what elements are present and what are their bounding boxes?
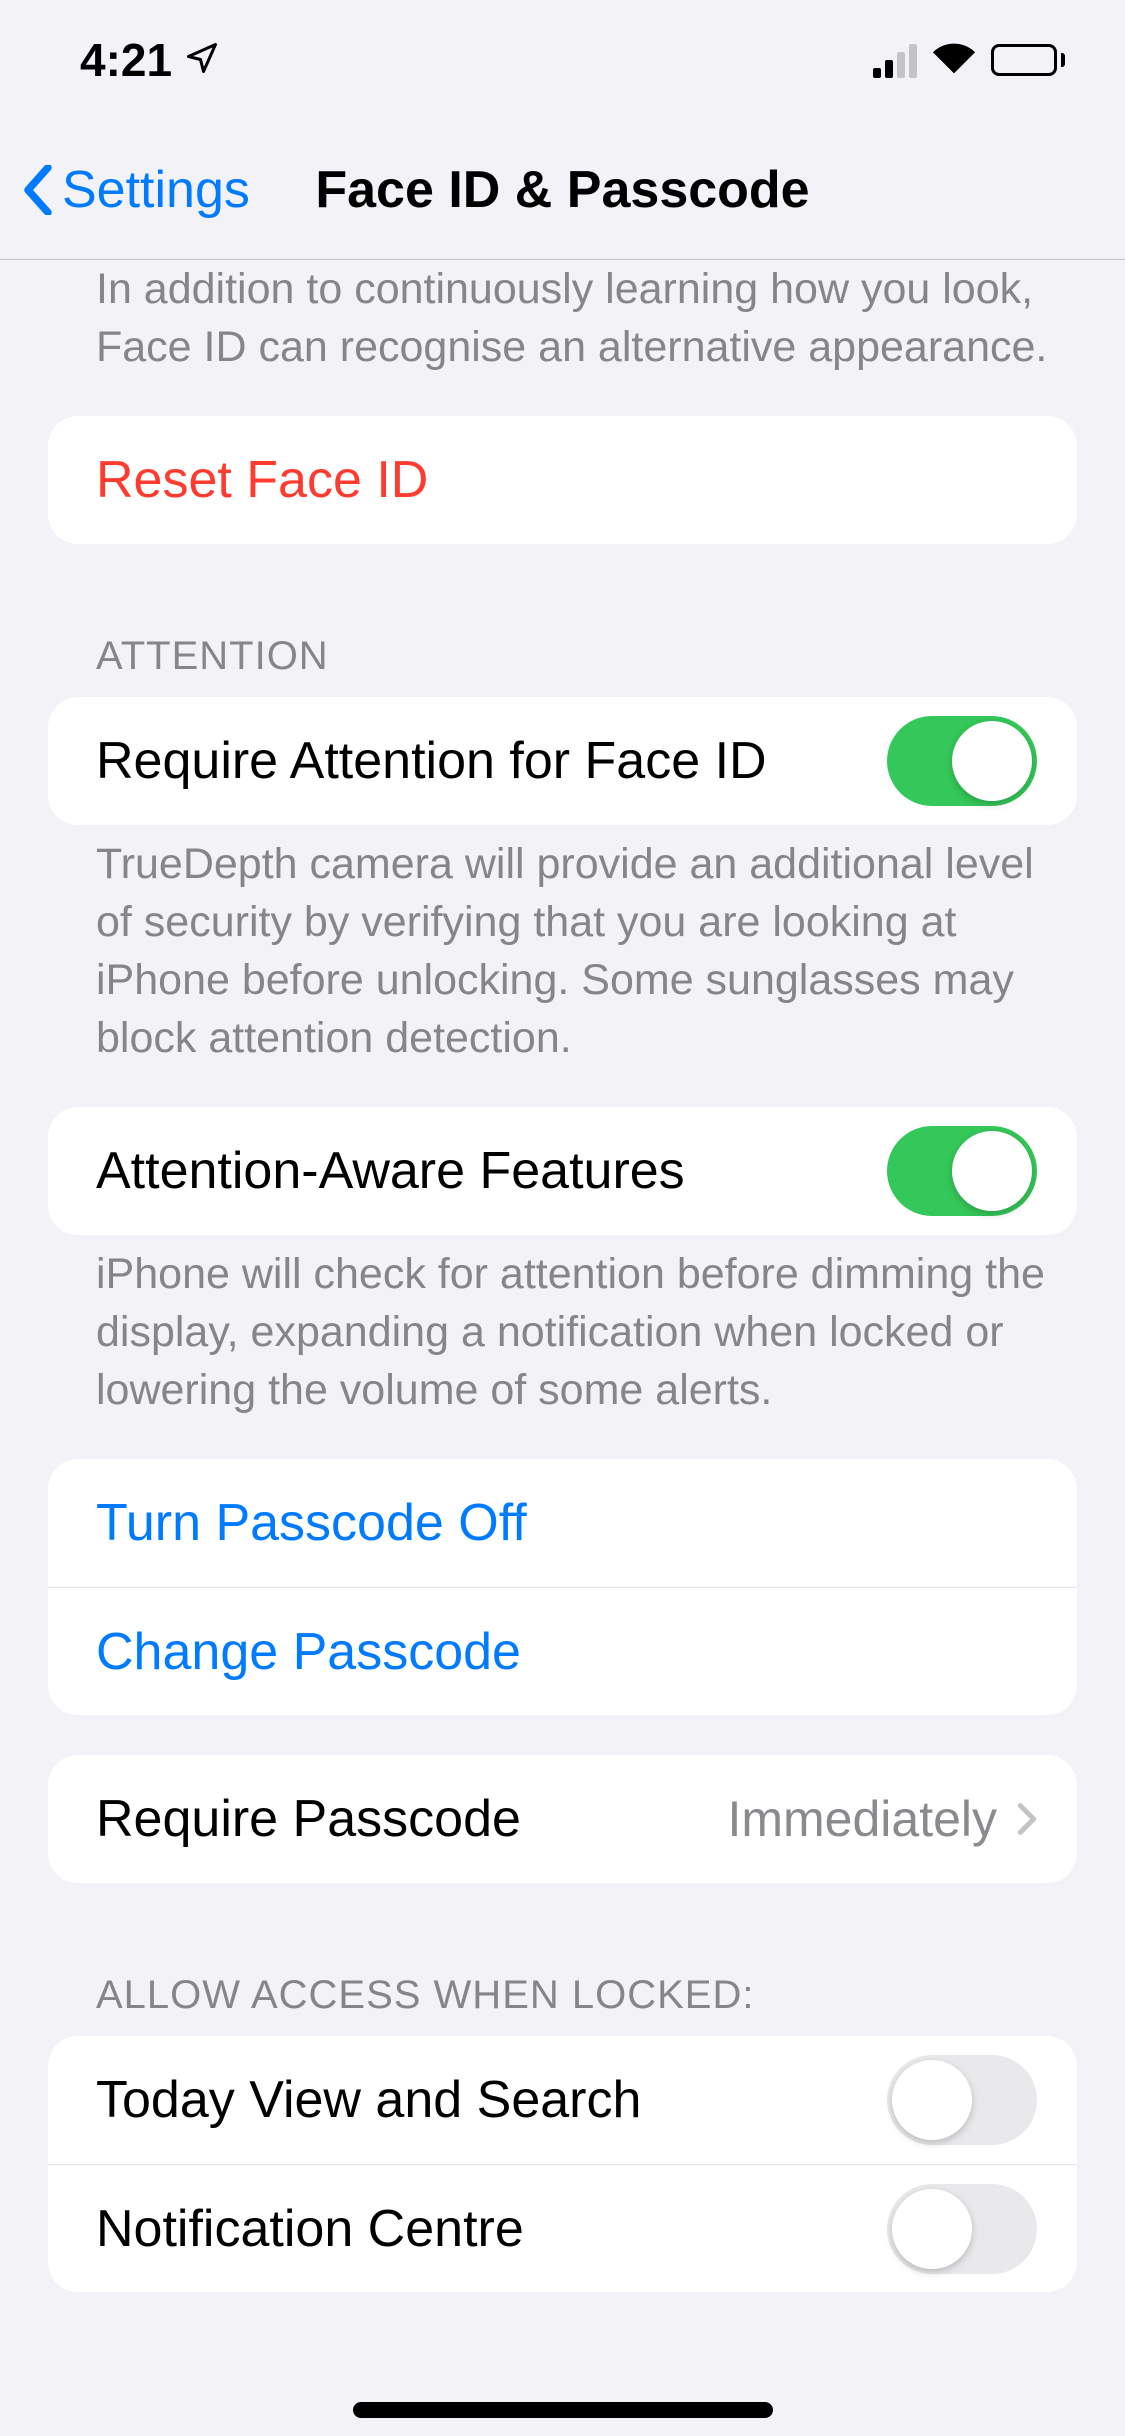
reset-group: Reset Face ID — [48, 416, 1077, 544]
require-attention-label: Require Attention for Face ID — [96, 731, 887, 791]
attention-header: ATTENTION — [0, 544, 1125, 697]
require-attention-footer: TrueDepth camera will provide an additio… — [0, 825, 1125, 1067]
change-passcode-label: Change Passcode — [96, 1622, 1037, 1682]
today-view-toggle[interactable] — [887, 2055, 1037, 2145]
status-right — [873, 33, 1075, 87]
require-passcode-row[interactable]: Require Passcode Immediately — [48, 1755, 1077, 1883]
attention-aware-label: Attention-Aware Features — [96, 1141, 887, 1201]
attention-aware-group: Attention-Aware Features — [48, 1107, 1077, 1235]
passcode-actions-group: Turn Passcode Off Change Passcode — [48, 1459, 1077, 1715]
today-view-label: Today View and Search — [96, 2070, 887, 2130]
reset-face-id-label: Reset Face ID — [96, 450, 1037, 510]
page-title: Face ID & Passcode — [315, 160, 809, 220]
content-scroll[interactable]: In addition to continuously learning how… — [0, 260, 1125, 2436]
allow-access-group: Today View and Search Notification Centr… — [48, 2036, 1077, 2292]
notification-centre-row: Notification Centre — [48, 2164, 1077, 2292]
change-passcode-button[interactable]: Change Passcode — [48, 1587, 1077, 1715]
require-passcode-label: Require Passcode — [96, 1789, 727, 1849]
wifi-icon — [931, 33, 977, 87]
attention-aware-row: Attention-Aware Features — [48, 1107, 1077, 1235]
turn-passcode-off-button[interactable]: Turn Passcode Off — [48, 1459, 1077, 1587]
location-arrow-icon — [184, 33, 220, 87]
require-passcode-group: Require Passcode Immediately — [48, 1755, 1077, 1883]
back-button[interactable]: Settings — [0, 160, 250, 220]
today-view-row: Today View and Search — [48, 2036, 1077, 2164]
battery-icon — [991, 44, 1065, 76]
nav-header: Settings Face ID & Passcode — [0, 120, 1125, 260]
status-bar: 4:21 — [0, 0, 1125, 120]
require-passcode-value: Immediately — [727, 1790, 997, 1848]
status-time: 4:21 — [80, 33, 172, 87]
cellular-signal-icon — [873, 42, 917, 78]
require-attention-row: Require Attention for Face ID — [48, 697, 1077, 825]
attention-aware-footer: iPhone will check for attention before d… — [0, 1235, 1125, 1419]
turn-passcode-off-label: Turn Passcode Off — [96, 1493, 1037, 1553]
attention-aware-toggle[interactable] — [887, 1126, 1037, 1216]
require-attention-toggle[interactable] — [887, 716, 1037, 806]
require-attention-group: Require Attention for Face ID — [48, 697, 1077, 825]
chevron-right-icon — [1017, 1789, 1037, 1849]
notification-centre-label: Notification Centre — [96, 2199, 887, 2259]
notification-centre-toggle[interactable] — [887, 2184, 1037, 2274]
back-label: Settings — [62, 160, 250, 220]
status-left: 4:21 — [80, 33, 220, 87]
alt-appearance-footer: In addition to continuously learning how… — [0, 260, 1125, 376]
allow-access-header: ALLOW ACCESS WHEN LOCKED: — [0, 1883, 1125, 2036]
home-indicator[interactable] — [353, 2402, 773, 2418]
reset-face-id-button[interactable]: Reset Face ID — [48, 416, 1077, 544]
